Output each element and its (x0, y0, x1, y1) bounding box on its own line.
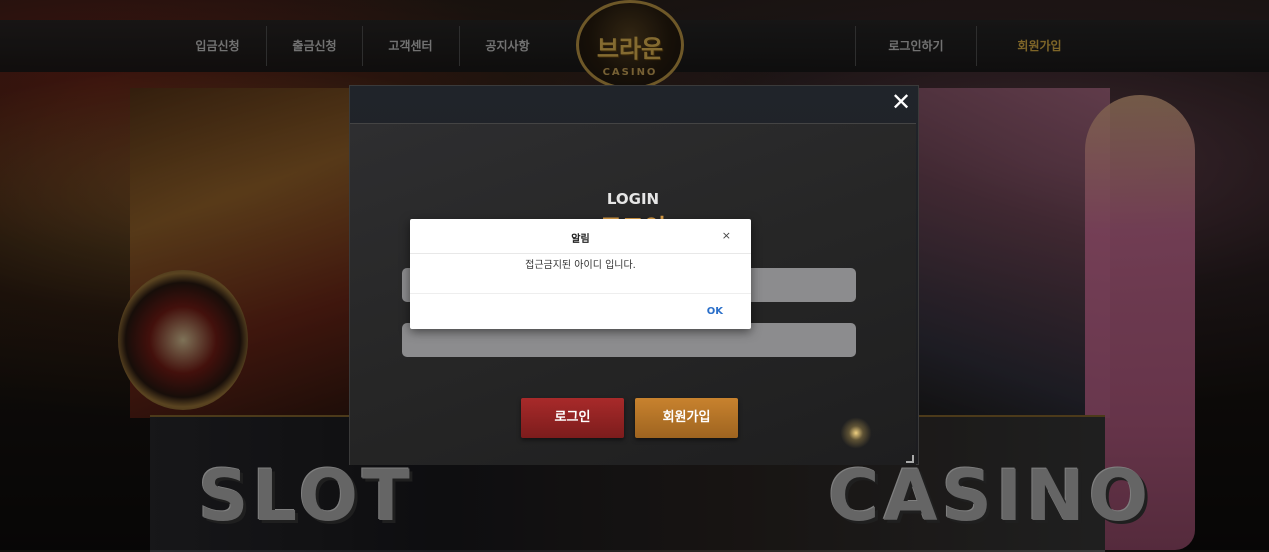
login-button[interactable]: 로그인 (521, 398, 624, 438)
alert-close-icon[interactable]: × (722, 229, 731, 242)
alert-header: 알림 × (410, 219, 751, 254)
sparkle-decoration (836, 413, 876, 453)
close-icon[interactable]: ✕ (889, 90, 913, 114)
join-button[interactable]: 회원가입 (635, 398, 738, 438)
alert-dialog: 알림 × 접근금지된 아이디 입니다. OK (410, 219, 751, 329)
login-title-en: LOGIN (606, 190, 660, 208)
alert-footer: OK (410, 293, 751, 329)
alert-message: 접근금지된 아이디 입니다. (525, 260, 636, 271)
ok-button[interactable]: OK (707, 306, 723, 317)
alert-title: 알림 (571, 234, 590, 245)
resize-grip-icon[interactable] (906, 455, 914, 463)
